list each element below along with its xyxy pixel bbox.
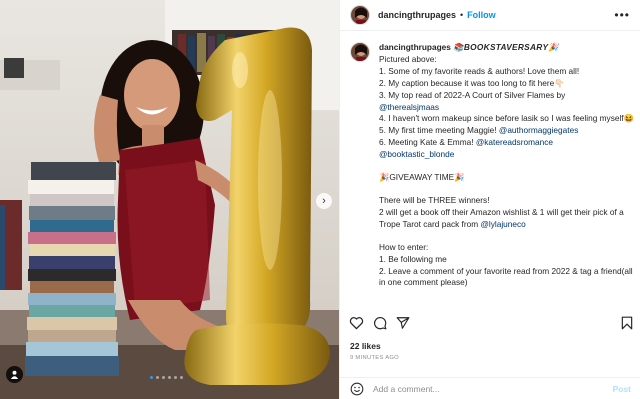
book-stack — [25, 162, 119, 376]
caption-line: 3. My top read of 2022-A Court of Silver… — [379, 89, 566, 100]
mention-link[interactable]: @authormaggiegates — [499, 125, 578, 135]
post-timestamp[interactable]: 9 MINUTES AGO — [350, 355, 399, 361]
caption-line: Pictured above: — [379, 53, 437, 64]
caption-line: 5. My first time meeting Maggie! — [379, 125, 499, 136]
avatar[interactable] — [350, 42, 370, 62]
comment-box: Add a comment... Post — [340, 377, 640, 399]
carousel-dot — [162, 376, 165, 379]
photo-scene — [0, 0, 339, 399]
carousel-dot — [156, 376, 159, 379]
action-bar — [349, 314, 633, 332]
carousel-dot — [174, 376, 177, 379]
post-caption: dancingthrupages 📚BOOKSTAVERSARY🎉 Pictur… — [350, 42, 634, 289]
caption-line: How to enter: — [379, 241, 429, 252]
caption-line: 4. I haven't worn makeup since before la… — [379, 113, 634, 124]
emoji-icon[interactable] — [350, 382, 364, 396]
comment-icon[interactable] — [373, 316, 387, 330]
mention-link[interactable]: @therealsjmaas — [379, 102, 439, 112]
post-comment-button[interactable]: Post — [613, 384, 631, 394]
instagram-post-modal: › dancingthrupages • Follow ••• dancingt… — [0, 0, 640, 399]
caption-line: 1. Some of my favorite reads & authors! … — [379, 65, 580, 76]
separator-dot: • — [460, 10, 464, 20]
mention-link[interactable]: @booktastic_blonde — [379, 149, 454, 159]
caption-line: 2. Leave a comment of your favorite read… — [379, 265, 633, 288]
next-photo-button[interactable]: › — [316, 193, 332, 209]
mention-link[interactable]: @lylajuneco — [480, 219, 525, 229]
carousel-dot — [168, 376, 171, 379]
comment-input[interactable]: Add a comment... — [373, 384, 440, 394]
caption-line: 2. My caption because it was too long to… — [379, 77, 565, 88]
carousel-dot — [180, 376, 183, 379]
caption-line: 6. Meeting Kate & Emma! — [379, 137, 476, 148]
caption-line: There will be THREE winners! — [379, 194, 490, 205]
post-photo[interactable]: › — [0, 0, 339, 399]
bookmark-icon[interactable] — [621, 316, 633, 330]
follow-button[interactable]: Follow — [467, 10, 496, 20]
share-icon[interactable] — [396, 316, 410, 330]
caption-line: 1. Be following me — [379, 253, 447, 264]
user-icon — [10, 370, 19, 379]
tagged-users-button[interactable] — [6, 366, 23, 383]
avatar[interactable] — [350, 5, 370, 25]
caption-headline: 📚BOOKSTAVERSARY🎉 — [453, 42, 559, 52]
carousel-dot — [150, 376, 153, 379]
carousel-indicator — [150, 376, 183, 379]
username-link[interactable]: dancingthrupages — [378, 10, 456, 20]
heart-icon[interactable] — [349, 316, 364, 330]
like-count[interactable]: 22 likes — [350, 341, 381, 351]
post-sidebar: dancingthrupages • Follow ••• dancingthr… — [339, 0, 640, 399]
more-options-icon[interactable]: ••• — [614, 8, 630, 22]
post-header: dancingthrupages • Follow ••• — [340, 0, 640, 31]
giveaway-heading: 🎉GIVEAWAY TIME🎉 — [379, 172, 465, 183]
chevron-right-icon: › — [322, 195, 326, 207]
mention-link[interactable]: @katereadsromance — [476, 137, 553, 147]
caption-username-link[interactable]: dancingthrupages — [379, 42, 451, 52]
